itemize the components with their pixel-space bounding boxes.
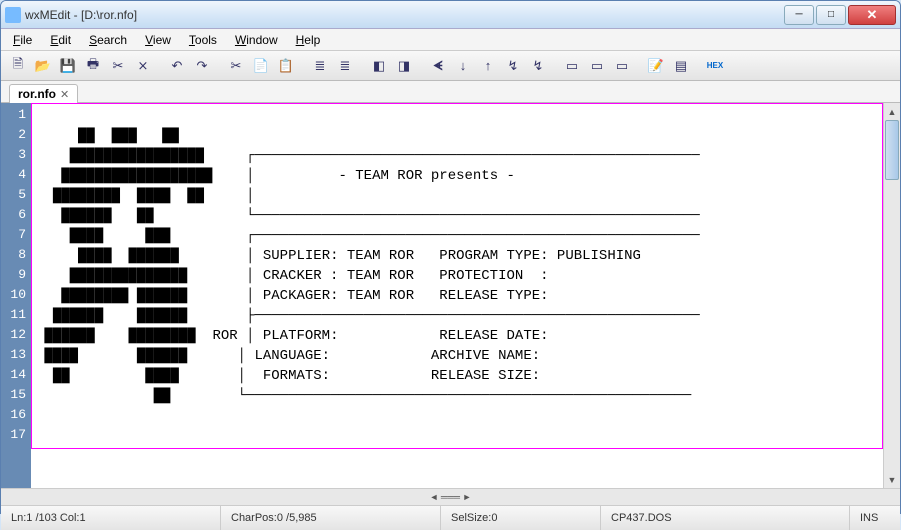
titlebar: wxMEdit - [D:\ror.nfo] ─ □ ✕ xyxy=(1,1,900,29)
horizontal-scrollbar[interactable]: ◄ ═══ ► xyxy=(1,488,900,505)
status-encoding: CP437.DOS xyxy=(601,506,850,530)
mode3-icon[interactable]: ▭ xyxy=(611,55,633,77)
scroll-down-icon[interactable]: ▼ xyxy=(884,471,900,488)
maximize-button[interactable]: □ xyxy=(816,5,846,25)
copy-icon[interactable]: 📄 xyxy=(250,55,272,77)
menu-file[interactable]: File xyxy=(5,31,40,49)
tab-close-icon[interactable]: ✕ xyxy=(60,88,69,101)
save-icon[interactable]: 💾 xyxy=(57,55,79,77)
new-icon[interactable]: 🗎 xyxy=(7,55,29,77)
editor-area: 123 456 789 101112 131415 1617 ██ ███ ██… xyxy=(1,103,900,488)
status-insert-mode: INS xyxy=(850,506,900,530)
line-gutter: 123 456 789 101112 131415 1617 xyxy=(1,103,31,488)
find-icon[interactable]: ᗛ xyxy=(427,55,449,77)
menu-help[interactable]: Help xyxy=(288,31,329,49)
uncomment-icon[interactable]: ◨ xyxy=(393,55,415,77)
mode1-icon[interactable]: ▭ xyxy=(561,55,583,77)
app-icon xyxy=(5,7,21,23)
print-icon[interactable]: 🖶 xyxy=(82,55,104,77)
outdent-icon[interactable]: ≣ xyxy=(334,55,356,77)
hex-icon[interactable]: HEX xyxy=(704,55,726,77)
menu-search[interactable]: Search xyxy=(81,31,135,49)
undo-icon[interactable]: ↶ xyxy=(166,55,188,77)
redo-icon[interactable]: ↷ xyxy=(191,55,213,77)
cut-icon[interactable]: ✂ xyxy=(107,55,129,77)
window-title: wxMEdit - [D:\ror.nfo] xyxy=(25,8,784,22)
menu-window[interactable]: Window xyxy=(227,31,286,49)
close-doc-icon[interactable]: ⨯ xyxy=(132,55,154,77)
open-icon[interactable]: 📂 xyxy=(32,55,54,77)
replace2-icon[interactable]: ↯ xyxy=(527,55,549,77)
tab-label: ror.nfo xyxy=(18,87,56,101)
mode2-icon[interactable]: ▭ xyxy=(586,55,608,77)
tabstrip: ror.nfo ✕ xyxy=(1,81,900,103)
status-charpos: CharPos:0 /5,985 xyxy=(221,506,441,530)
comment-icon[interactable]: ◧ xyxy=(368,55,390,77)
statusbar: Ln:1 /103 Col:1 CharPos:0 /5,985 SelSize… xyxy=(1,505,900,530)
toolbar: 🗎 📂 💾 🖶 ✂ ⨯ ↶ ↷ ✂ 📄 📋 ≣ ≣ ◧ ◨ ᗛ ↓ ↑ ↯ ↯ … xyxy=(1,51,900,81)
list-icon[interactable]: ▤ xyxy=(670,55,692,77)
text-editor[interactable]: ██ ███ ██ ████████████████ ┌────────────… xyxy=(31,103,883,488)
scroll-thumb[interactable] xyxy=(885,120,899,180)
scroll-up-icon[interactable]: ▲ xyxy=(884,103,900,120)
status-position: Ln:1 /103 Col:1 xyxy=(1,506,221,530)
menubar: File Edit Search View Tools Window Help xyxy=(1,29,900,51)
edit-icon[interactable]: 📝 xyxy=(645,55,667,77)
minimize-button[interactable]: ─ xyxy=(784,5,814,25)
close-button[interactable]: ✕ xyxy=(848,5,896,25)
findprev-icon[interactable]: ↑ xyxy=(477,55,499,77)
findnext-icon[interactable]: ↓ xyxy=(452,55,474,77)
tab-ror-nfo[interactable]: ror.nfo ✕ xyxy=(9,84,78,103)
menu-view[interactable]: View xyxy=(137,31,179,49)
vertical-scrollbar[interactable]: ▲ ▼ xyxy=(883,103,900,488)
indent-icon[interactable]: ≣ xyxy=(309,55,331,77)
paste-icon[interactable]: 📋 xyxy=(275,55,297,77)
replace-icon[interactable]: ↯ xyxy=(502,55,524,77)
cut2-icon[interactable]: ✂ xyxy=(225,55,247,77)
status-selsize: SelSize:0 xyxy=(441,506,601,530)
menu-tools[interactable]: Tools xyxy=(181,31,225,49)
menu-edit[interactable]: Edit xyxy=(42,31,79,49)
